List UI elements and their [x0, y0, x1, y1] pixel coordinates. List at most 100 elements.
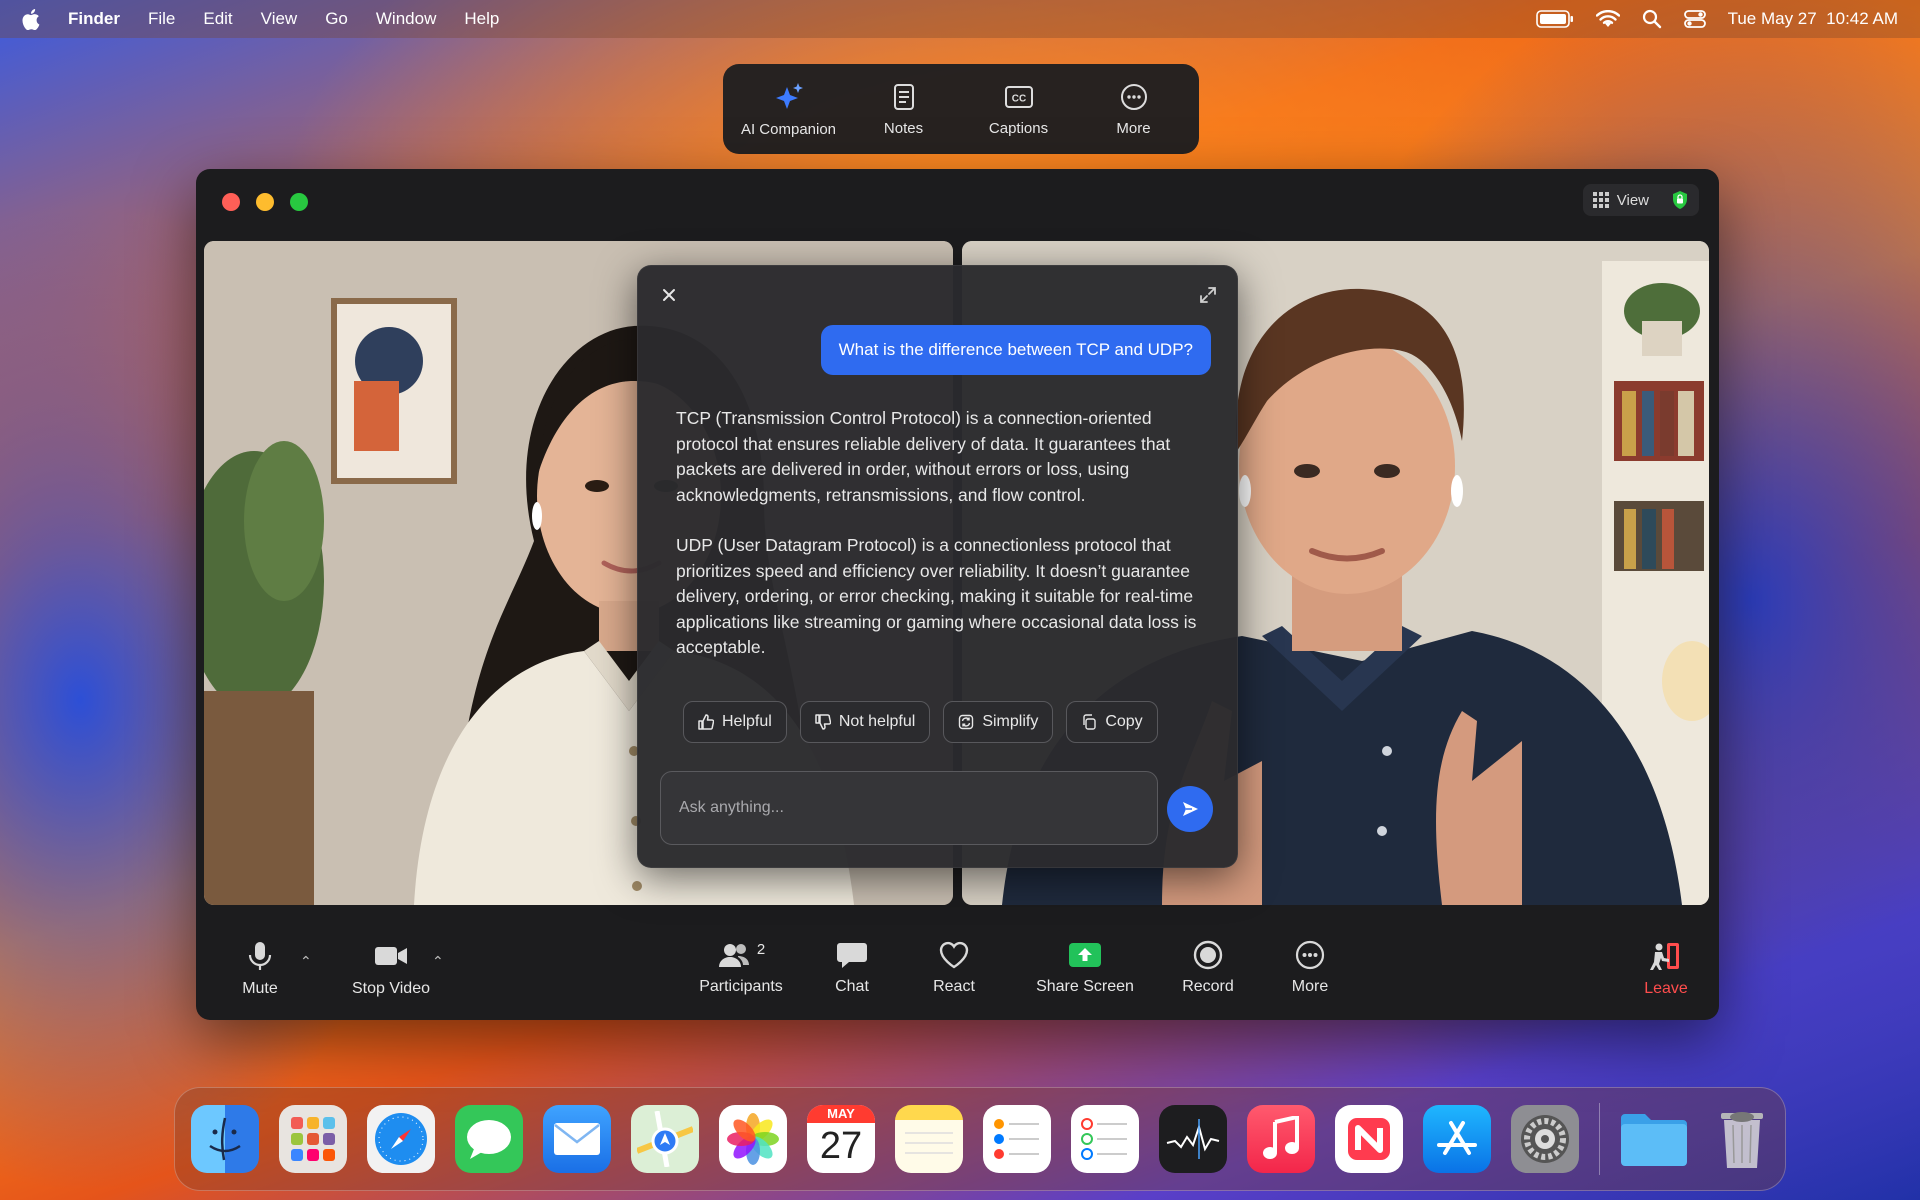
record-label: Record	[1182, 978, 1234, 995]
control-center-icon[interactable]	[1683, 9, 1706, 29]
wifi-icon[interactable]	[1595, 10, 1620, 28]
mute-label: Mute	[242, 980, 278, 997]
dock-safari[interactable]	[367, 1105, 435, 1173]
captions-button[interactable]: CC Captions	[963, 82, 1075, 137]
dock-calendar[interactable]: MAY 27	[807, 1105, 875, 1173]
captions-label: Captions	[988, 119, 1049, 137]
view-button[interactable]: View	[1582, 184, 1699, 216]
dock-messages[interactable]	[455, 1105, 523, 1173]
menu-app-name[interactable]: Finder	[54, 9, 134, 29]
map-pin-icon	[637, 1111, 693, 1167]
notes-label: Notes	[883, 119, 924, 137]
dock-music[interactable]	[1247, 1105, 1315, 1173]
zoom-window-button[interactable]	[290, 193, 308, 211]
ask-input[interactable]	[679, 799, 1139, 817]
react-button[interactable]: React	[924, 940, 984, 996]
close-window-button[interactable]	[222, 193, 240, 211]
checklist-icon	[1079, 1116, 1131, 1162]
mute-button[interactable]: Mute	[228, 940, 292, 998]
notes-lines-icon	[901, 1119, 957, 1159]
spotlight-search-icon[interactable]	[1642, 9, 1662, 29]
dock-photos[interactable]	[719, 1105, 787, 1173]
dock-launchpad[interactable]	[279, 1105, 347, 1173]
captions-icon: CC	[1003, 82, 1035, 112]
menu-view[interactable]: View	[247, 9, 312, 29]
notes-button[interactable]: Notes	[848, 82, 960, 137]
leave-meeting-button[interactable]: Leave	[1636, 940, 1696, 998]
ai-companion-label: AI Companion	[740, 120, 837, 138]
more-label: More	[1291, 978, 1329, 995]
more-icon	[1119, 82, 1149, 112]
reminders-list-icon	[991, 1116, 1043, 1162]
stop-video-button[interactable]: Stop Video	[346, 940, 436, 998]
menu-bar: Finder File Edit View Go Window Help Tue…	[0, 0, 1920, 38]
dock-system-settings[interactable]	[1511, 1105, 1579, 1173]
menu-go[interactable]: Go	[311, 9, 362, 29]
record-button[interactable]: Record	[1173, 940, 1243, 996]
dock-stocks[interactable]	[1159, 1105, 1227, 1173]
video-options-chevron-icon[interactable]: ⌃	[432, 953, 444, 970]
battery-icon[interactable]	[1535, 10, 1574, 28]
app-store-icon	[1433, 1115, 1481, 1163]
news-icon	[1344, 1114, 1394, 1164]
video-camera-icon	[373, 940, 409, 972]
react-label: React	[933, 978, 975, 995]
more-options-button[interactable]: More	[1280, 940, 1340, 996]
answer-actions: Helpful Not helpful Simplify Copy	[683, 701, 1158, 743]
trash-icon	[1717, 1107, 1767, 1171]
dock-downloads-folder[interactable]	[1620, 1105, 1688, 1173]
dock-news[interactable]	[1335, 1105, 1403, 1173]
simplify-button[interactable]: Simplify	[943, 701, 1054, 743]
dock-finder[interactable]	[191, 1105, 259, 1173]
dock-notes[interactable]	[895, 1105, 963, 1173]
audio-options-chevron-icon[interactable]: ⌃	[300, 953, 312, 970]
dock-mail[interactable]	[543, 1105, 611, 1173]
helpful-button[interactable]: Helpful	[683, 701, 787, 743]
finder-face-icon	[200, 1114, 250, 1164]
share-screen-icon	[1068, 940, 1102, 970]
dock-trash[interactable]	[1708, 1105, 1776, 1173]
dock: MAY 27	[174, 1087, 1786, 1191]
dock-app-store[interactable]	[1423, 1105, 1491, 1173]
ai-companion-button[interactable]: AI Companion	[733, 81, 845, 138]
minimize-window-button[interactable]	[256, 193, 274, 211]
send-arrow-icon	[1180, 799, 1200, 819]
chat-bubble-icon	[836, 940, 868, 970]
sparkle-icon	[772, 81, 806, 113]
meeting-apps-toolbar: AI Companion Notes CC Captions More	[723, 64, 1199, 154]
copy-button[interactable]: Copy	[1066, 701, 1158, 743]
ask-input-container	[660, 771, 1158, 845]
simplify-label: Simplify	[982, 713, 1039, 730]
share-screen-button[interactable]: Share Screen	[1030, 940, 1140, 996]
calendar-month: MAY	[807, 1105, 875, 1123]
more-apps-button[interactable]: More	[1078, 82, 1190, 137]
chat-button[interactable]: Chat	[822, 940, 882, 996]
expand-icon[interactable]	[1199, 286, 1217, 304]
copy-label: Copy	[1105, 713, 1143, 730]
refresh-icon	[958, 714, 974, 730]
ai-answer: TCP (Transmission Control Protocol) is a…	[676, 406, 1216, 661]
menu-edit[interactable]: Edit	[189, 9, 246, 29]
menu-window[interactable]: Window	[362, 9, 450, 29]
send-button[interactable]	[1167, 786, 1213, 832]
dock-maps[interactable]	[631, 1105, 699, 1173]
not-helpful-button[interactable]: Not helpful	[799, 701, 931, 743]
more-icon	[1294, 940, 1326, 970]
message-bubble-icon	[464, 1117, 514, 1161]
menu-clock[interactable]: Tue May 27 10:42 AM	[1728, 9, 1898, 29]
participants-button[interactable]: 2 Participants	[694, 940, 788, 996]
apple-menu-icon[interactable]	[22, 8, 54, 30]
security-shield-icon[interactable]	[1671, 190, 1689, 210]
participants-icon	[717, 940, 751, 970]
dock-reminders-alt[interactable]	[1071, 1105, 1139, 1173]
dock-reminders[interactable]	[983, 1105, 1051, 1173]
stocks-chart-icon	[1165, 1119, 1221, 1159]
participants-label: Participants	[699, 978, 783, 995]
user-question-bubble: What is the difference between TCP and U…	[820, 325, 1211, 375]
menu-file[interactable]: File	[134, 9, 189, 29]
folder-icon	[1619, 1110, 1689, 1168]
stop-video-label: Stop Video	[352, 980, 430, 997]
answer-paragraph-udp: UDP (User Datagram Protocol) is a connec…	[676, 535, 1197, 657]
menu-help[interactable]: Help	[450, 9, 513, 29]
close-panel-icon[interactable]	[660, 286, 678, 304]
